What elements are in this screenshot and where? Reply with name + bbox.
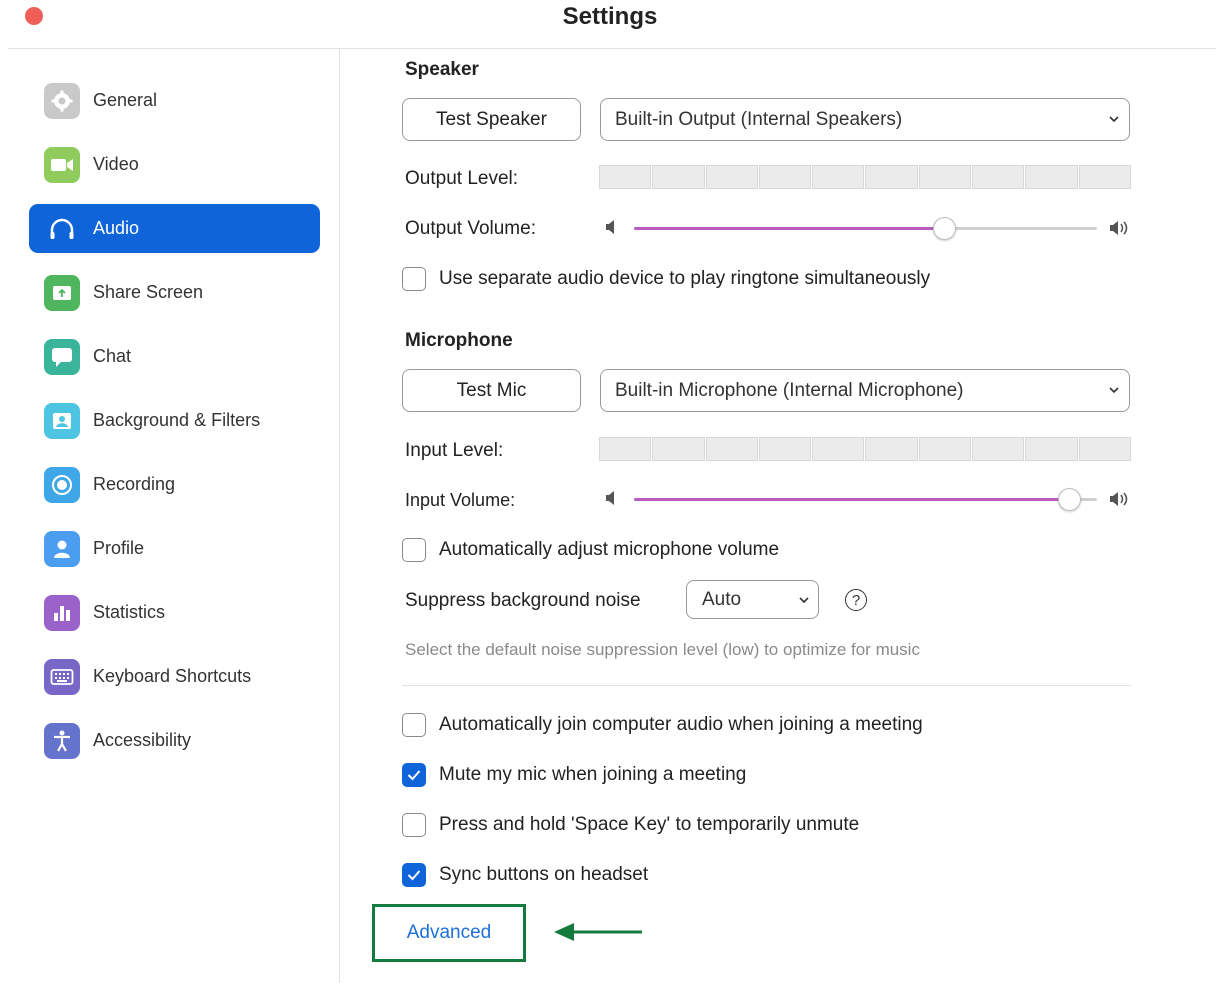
sync-headset-option[interactable]: Sync buttons on headset [402, 863, 648, 887]
ringtone-checkbox[interactable] [402, 267, 426, 291]
sidebar-item-profile[interactable]: Profile [29, 524, 320, 573]
sidebar-item-accessibility[interactable]: Accessibility [29, 716, 320, 765]
microphone-section-title: Microphone [405, 330, 513, 351]
speaker-section-title: Speaker [405, 59, 479, 80]
input-volume-slider[interactable] [605, 488, 1133, 511]
speaker-low-icon [606, 491, 614, 505]
person-icon [44, 530, 80, 567]
speaker-low-icon [606, 220, 614, 234]
sidebar-item-share-screen[interactable]: Share Screen [29, 268, 320, 317]
checkmark-icon [407, 770, 421, 781]
auto-adjust-option[interactable]: Automatically adjust microphone volume [402, 538, 779, 562]
checkmark-icon [407, 870, 421, 881]
sidebar-item-audio[interactable]: Audio [29, 204, 320, 253]
auto-adjust-checkbox[interactable] [402, 538, 426, 562]
speaker-device-value: Built-in Output (Internal Speakers) [615, 108, 903, 130]
sidebar: General Video Audio Share Screen Chat Ba… [0, 49, 340, 983]
section-divider [402, 685, 1131, 686]
input-volume-thumb[interactable] [1058, 488, 1082, 511]
output-volume-track [634, 217, 1097, 240]
sidebar-item-statistics[interactable]: Statistics [29, 588, 320, 637]
chevron-down-icon [1109, 387, 1119, 394]
microphone-device-select[interactable]: Built-in Microphone (Internal Microphone… [600, 369, 1130, 412]
sidebar-item-label: Background & Filters [93, 410, 261, 430]
mute-on-join-checkbox[interactable] [402, 763, 426, 787]
sidebar-item-label: Statistics [93, 602, 166, 622]
title-bar: Settings [0, 0, 1220, 49]
input-volume-track [634, 488, 1097, 511]
microphone-device-value: Built-in Microphone (Internal Microphone… [615, 379, 964, 401]
sidebar-item-label: Profile [93, 538, 145, 558]
sidebar-item-label: Share Screen [93, 282, 204, 302]
audio-settings-panel: Speaker Test Speaker Built-in Output (In… [341, 49, 1220, 983]
ringtone-label: Use separate audio device to play ringto… [439, 268, 931, 289]
headphones-icon [44, 211, 80, 247]
help-icon[interactable]: ? [845, 589, 867, 611]
sidebar-item-label: General [93, 90, 158, 110]
output-volume-label: Output Volume: [405, 218, 536, 239]
chat-bubble-icon [44, 338, 80, 375]
input-volume-label: Input Volume: [405, 490, 516, 510]
sidebar-item-label: Recording [93, 474, 176, 494]
test-speaker-button[interactable]: Test Speaker [402, 98, 581, 141]
output-volume-slider[interactable] [605, 217, 1133, 240]
mute-on-join-option[interactable]: Mute my mic when joining a meeting [402, 763, 746, 787]
sync-headset-label: Sync buttons on headset [439, 864, 649, 885]
sidebar-item-keyboard-shortcuts[interactable]: Keyboard Shortcuts [29, 652, 320, 701]
video-camera-icon [44, 146, 80, 183]
space-key-unmute-label: Press and hold 'Space Key' to temporaril… [439, 814, 860, 835]
auto-adjust-label: Automatically adjust microphone volume [439, 539, 780, 560]
auto-join-audio-checkbox[interactable] [402, 713, 426, 737]
sidebar-item-recording[interactable]: Recording [29, 460, 320, 509]
sidebar-item-label: Audio [93, 218, 140, 238]
input-level-meter [599, 437, 1131, 461]
speaker-device-select[interactable]: Built-in Output (Internal Speakers) [600, 98, 1130, 141]
sidebar-item-general[interactable]: General [29, 76, 320, 125]
sidebar-item-label: Keyboard Shortcuts [93, 666, 252, 686]
pointer-arrow-icon [554, 923, 642, 941]
space-key-unmute-checkbox[interactable] [402, 813, 426, 837]
ringtone-option[interactable]: Use separate audio device to play ringto… [402, 267, 930, 291]
suppress-noise-label: Suppress background noise [405, 590, 641, 611]
sidebar-item-video[interactable]: Video [29, 140, 320, 189]
gear-icon [44, 82, 80, 119]
share-screen-icon [44, 274, 80, 311]
advanced-link[interactable]: Advanced [407, 922, 492, 944]
bar-chart-icon [44, 594, 80, 631]
background-icon [44, 402, 80, 439]
sidebar-item-label: Chat [93, 346, 132, 366]
advanced-highlight-box: Advanced [372, 904, 526, 962]
window-title: Settings [562, 3, 658, 30]
sidebar-item-label: Video [93, 154, 139, 174]
speaker-high-icon [1110, 221, 1128, 235]
auto-join-audio-label: Automatically join computer audio when j… [439, 714, 923, 735]
output-level-label: Output Level: [405, 168, 519, 189]
output-level-meter [599, 165, 1131, 189]
sidebar-item-background-filters[interactable]: Background & Filters [29, 396, 320, 445]
sidebar-item-label: Accessibility [93, 730, 192, 750]
mute-on-join-label: Mute my mic when joining a meeting [439, 764, 747, 785]
auto-join-audio-option[interactable]: Automatically join computer audio when j… [402, 713, 923, 737]
output-volume-thumb[interactable] [933, 217, 957, 240]
suppress-noise-select[interactable]: Auto [686, 580, 819, 619]
record-icon [44, 466, 80, 503]
accessibility-icon [44, 722, 80, 759]
output-volume-fill [634, 227, 945, 230]
chevron-down-icon [799, 597, 809, 604]
chevron-down-icon [1109, 116, 1119, 123]
sidebar-item-chat[interactable]: Chat [29, 332, 320, 381]
suppress-noise-value: Auto [702, 588, 742, 610]
input-level-label: Input Level: [405, 440, 504, 461]
space-key-unmute-option[interactable]: Press and hold 'Space Key' to temporaril… [402, 813, 859, 837]
input-volume-fill [634, 498, 1070, 501]
sync-headset-checkbox[interactable] [402, 863, 426, 887]
test-mic-button[interactable]: Test Mic [402, 369, 581, 412]
noise-hint-text: Select the default noise suppression lev… [405, 640, 920, 659]
keyboard-icon [44, 658, 80, 695]
speaker-high-icon [1110, 492, 1128, 506]
